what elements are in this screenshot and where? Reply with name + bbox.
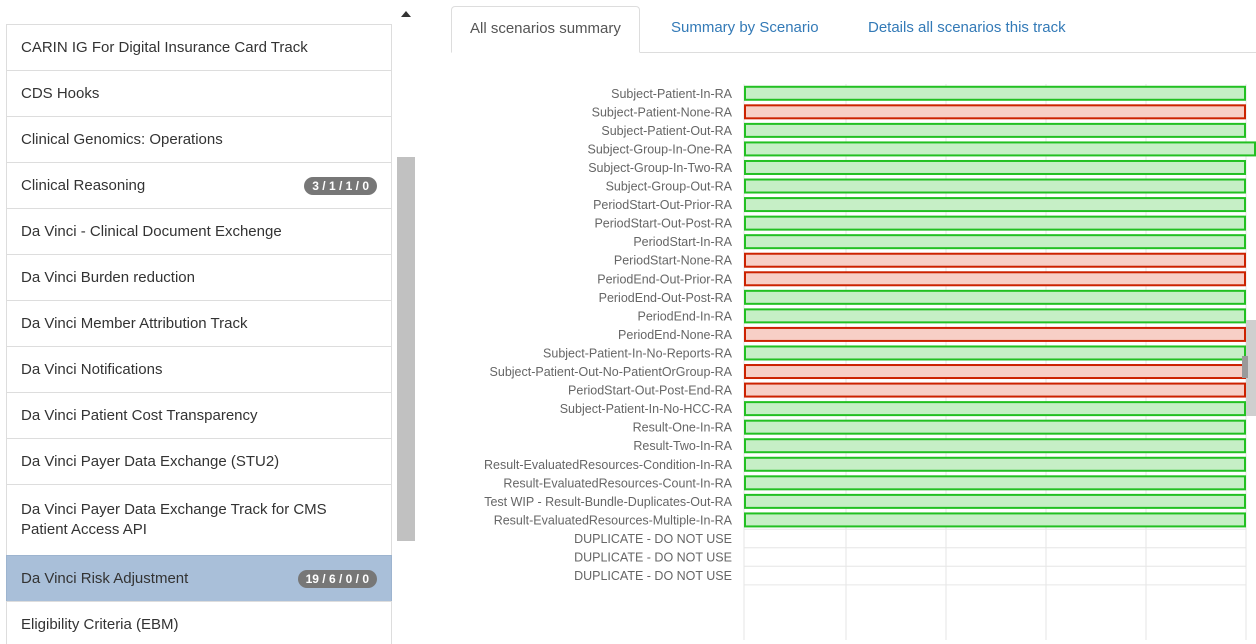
sidebar-item-track[interactable]: Eligibility Criteria (EBM) bbox=[6, 601, 392, 644]
tick-label: PeriodStart-Out-Post-End-RA bbox=[568, 384, 733, 398]
tab-summary-by-scenario[interactable]: Summary by Scenario bbox=[653, 6, 837, 52]
bar-pass[interactable] bbox=[744, 493, 1246, 509]
sidebar-item-track[interactable]: Da Vinci Payer Data Exchange (STU2) bbox=[6, 438, 392, 485]
sidebar-item-track[interactable]: Da Vinci Risk Adjustment 19 / 6 / 0 / 0 bbox=[6, 555, 392, 602]
bar-pass[interactable] bbox=[744, 438, 1246, 454]
tick-label: DUPLICATE - DO NOT USE bbox=[574, 569, 732, 583]
bar-pass[interactable] bbox=[744, 197, 1246, 213]
tick-label: Subject-Patient-In-RA bbox=[611, 87, 733, 101]
bar-pass[interactable] bbox=[744, 178, 1246, 194]
tick-label: Result-EvaluatedResources-Count-In-RA bbox=[503, 476, 732, 490]
status-badge: 3 / 1 / 1 / 0 bbox=[304, 176, 377, 195]
tick-label: PeriodStart-Out-Post-RA bbox=[594, 217, 732, 231]
sidebar-item-track[interactable]: Da Vinci - Clinical Document Exchenge bbox=[6, 208, 392, 255]
bar-pass[interactable] bbox=[744, 159, 1246, 175]
sidebar-item-track[interactable]: Da Vinci Member Attribution Track bbox=[6, 300, 392, 347]
sidebar-item-label: CARIN IG For Digital Insurance Card Trac… bbox=[21, 38, 308, 56]
bar-pass[interactable] bbox=[744, 289, 1246, 305]
bar-pass[interactable] bbox=[744, 345, 1246, 361]
tick-label: Subject-Patient-Out-No-PatientOrGroup-RA bbox=[490, 365, 733, 379]
tick-label: Result-EvaluatedResources-Multiple-In-RA bbox=[494, 513, 733, 527]
sidebar-item-label: Eligibility Criteria (EBM) bbox=[21, 615, 179, 633]
sidebar-item-label: Da Vinci Patient Cost Transparency bbox=[21, 406, 258, 424]
sidebar-item-track[interactable]: Da Vinci Patient Cost Transparency bbox=[6, 392, 392, 439]
bar-fail[interactable] bbox=[744, 382, 1246, 398]
tick-label: PeriodStart-Out-Prior-RA bbox=[593, 198, 733, 212]
sidebar-item-label: Da Vinci Risk Adjustment bbox=[21, 569, 189, 587]
sidebar-item-label: Da Vinci Member Attribution Track bbox=[21, 314, 248, 332]
bar-fail[interactable] bbox=[744, 326, 1246, 342]
bar-fail[interactable] bbox=[744, 271, 1246, 287]
tick-label: Result-Two-In-RA bbox=[633, 439, 732, 453]
tick-label: PeriodEnd-Out-Post-RA bbox=[599, 291, 733, 305]
sidebar-item-track[interactable]: CDS Hooks bbox=[6, 70, 392, 117]
bar-pass[interactable] bbox=[744, 475, 1246, 491]
tab-details-all-scenarios[interactable]: Details all scenarios this track bbox=[850, 6, 1084, 52]
sidebar-item-track[interactable]: Da Vinci Notifications bbox=[6, 346, 392, 393]
tick-label: Subject-Group-In-Two-RA bbox=[588, 161, 732, 175]
sidebar-item-label: Clinical Reasoning bbox=[21, 176, 146, 194]
bar-pass[interactable] bbox=[744, 234, 1246, 250]
tick-label: Subject-Group-Out-RA bbox=[606, 180, 733, 194]
bar-pass[interactable] bbox=[744, 401, 1246, 417]
status-badge: 19 / 6 / 0 / 0 bbox=[297, 569, 377, 588]
bar-fail[interactable] bbox=[744, 104, 1246, 120]
tick-label: PeriodStart-In-RA bbox=[633, 235, 732, 249]
bar-pass[interactable] bbox=[744, 215, 1246, 231]
tab-all-scenarios-summary[interactable]: All scenarios summary bbox=[451, 6, 640, 53]
track-sidebar: CARIN IG For Digital Insurance Card Trac… bbox=[0, 0, 392, 644]
sidebar-item-track[interactable]: CARIN IG For Digital Insurance Card Trac… bbox=[6, 24, 392, 71]
bar-pass[interactable] bbox=[744, 141, 1256, 157]
tick-label: Subject-Patient-In-No-HCC-RA bbox=[560, 402, 733, 416]
track-list: CARIN IG For Digital Insurance Card Trac… bbox=[6, 24, 392, 644]
tick-label: Subject-Patient-None-RA bbox=[592, 105, 733, 119]
sidebar-item-label: Da Vinci Payer Data Exchange (STU2) bbox=[21, 452, 280, 470]
bar-fail[interactable] bbox=[744, 252, 1246, 268]
bar-fail[interactable] bbox=[744, 364, 1246, 380]
sidebar-item-label: CDS Hooks bbox=[21, 84, 100, 102]
tick-label: Test WIP - Result-Bundle-Duplicates-Out-… bbox=[484, 495, 732, 509]
sidebar-scrollbar[interactable] bbox=[395, 0, 417, 644]
sidebar-item-label: Clinical Genomics: Operations bbox=[21, 130, 223, 148]
bar-pass[interactable] bbox=[744, 85, 1246, 101]
sidebar-item-label: Da Vinci - Clinical Document Exchenge bbox=[21, 222, 282, 240]
bar-pass[interactable] bbox=[744, 512, 1246, 528]
bar-pass[interactable] bbox=[744, 308, 1246, 324]
tick-label: PeriodStart-None-RA bbox=[614, 254, 733, 268]
tick-label: Result-EvaluatedResources-Condition-In-R… bbox=[484, 458, 733, 472]
tick-label: PeriodEnd-None-RA bbox=[618, 328, 733, 342]
sidebar-item-track[interactable]: Clinical Genomics: Operations bbox=[6, 116, 392, 163]
bar-pass[interactable] bbox=[744, 419, 1246, 435]
sidebar-item-label: Da Vinci Burden reduction bbox=[21, 268, 195, 286]
bar-pass[interactable] bbox=[744, 456, 1246, 472]
scroll-up-arrow-icon[interactable] bbox=[401, 11, 411, 17]
tick-label: Subject-Group-In-One-RA bbox=[587, 142, 732, 156]
scroll-thumb[interactable] bbox=[397, 157, 415, 541]
sidebar-item-track[interactable]: Da Vinci Burden reduction bbox=[6, 254, 392, 301]
sidebar-item-label: Da Vinci Payer Data Exchange Track for C… bbox=[21, 501, 327, 538]
tick-label: DUPLICATE - DO NOT USE bbox=[574, 532, 732, 546]
sidebar-item-track[interactable]: Da Vinci Payer Data Exchange Track for C… bbox=[6, 484, 392, 556]
sidebar-item-track[interactable]: Clinical Reasoning 3 / 1 / 1 / 0 bbox=[6, 162, 392, 209]
side-panel-grip-icon[interactable] bbox=[1242, 356, 1248, 378]
sidebar-item-label: Da Vinci Notifications bbox=[21, 360, 163, 378]
tick-label: Result-One-In-RA bbox=[633, 421, 733, 435]
tick-label: Subject-Patient-Out-RA bbox=[601, 124, 732, 138]
tick-label: Subject-Patient-In-No-Reports-RA bbox=[543, 346, 733, 360]
tick-label: PeriodEnd-In-RA bbox=[638, 309, 733, 323]
tick-label: PeriodEnd-Out-Prior-RA bbox=[597, 272, 732, 286]
bar-pass[interactable] bbox=[744, 122, 1246, 138]
result-tabs: All scenarios summary Summary by Scenari… bbox=[451, 0, 1256, 53]
tick-label: DUPLICATE - DO NOT USE bbox=[574, 551, 732, 565]
